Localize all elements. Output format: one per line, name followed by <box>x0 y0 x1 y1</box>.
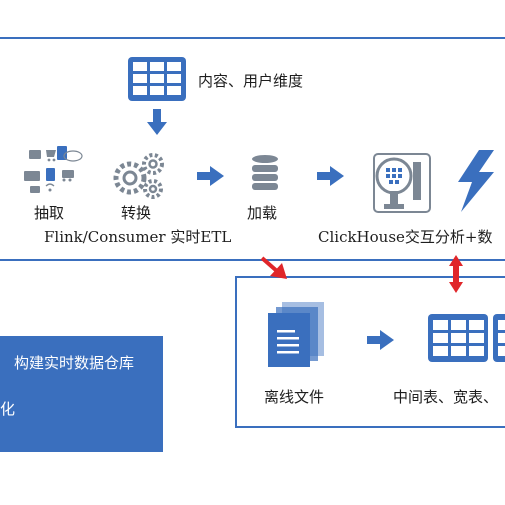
right-arrow-icon <box>197 166 224 186</box>
side-info-box: 构建实时数据仓库 化 <box>0 336 163 452</box>
side-box-line2: 化 <box>0 400 16 418</box>
offline-files-label: 离线文件 <box>264 388 325 406</box>
step-extract-label: 抽取 <box>34 204 65 222</box>
source-label: 内容、用户维度 <box>198 72 304 90</box>
right-arrow-icon <box>367 330 394 350</box>
documents-icon <box>268 302 324 367</box>
dimension-table-icon <box>128 57 186 101</box>
database-icon <box>252 155 278 190</box>
lightning-icon <box>458 150 494 212</box>
etl-caption: Flink/Consumer 实时ETL <box>44 228 232 246</box>
step-load-label: 加载 <box>247 204 278 222</box>
data-sources-icon <box>24 146 83 193</box>
tables-label: 中间表、宽表、 <box>393 388 499 406</box>
down-arrow-icon <box>147 109 167 135</box>
right-arrow-icon <box>317 166 344 186</box>
red-diagonal-arrow-icon <box>260 256 287 279</box>
wide-tables-icon <box>428 314 505 362</box>
inspection-icon <box>373 153 431 213</box>
side-box-line1: 构建实时数据仓库 <box>14 354 135 372</box>
analysis-caption: ClickHouse交互分析+数 <box>318 228 493 246</box>
gears-icon <box>113 153 164 199</box>
step-transform-label: 转换 <box>121 204 152 222</box>
